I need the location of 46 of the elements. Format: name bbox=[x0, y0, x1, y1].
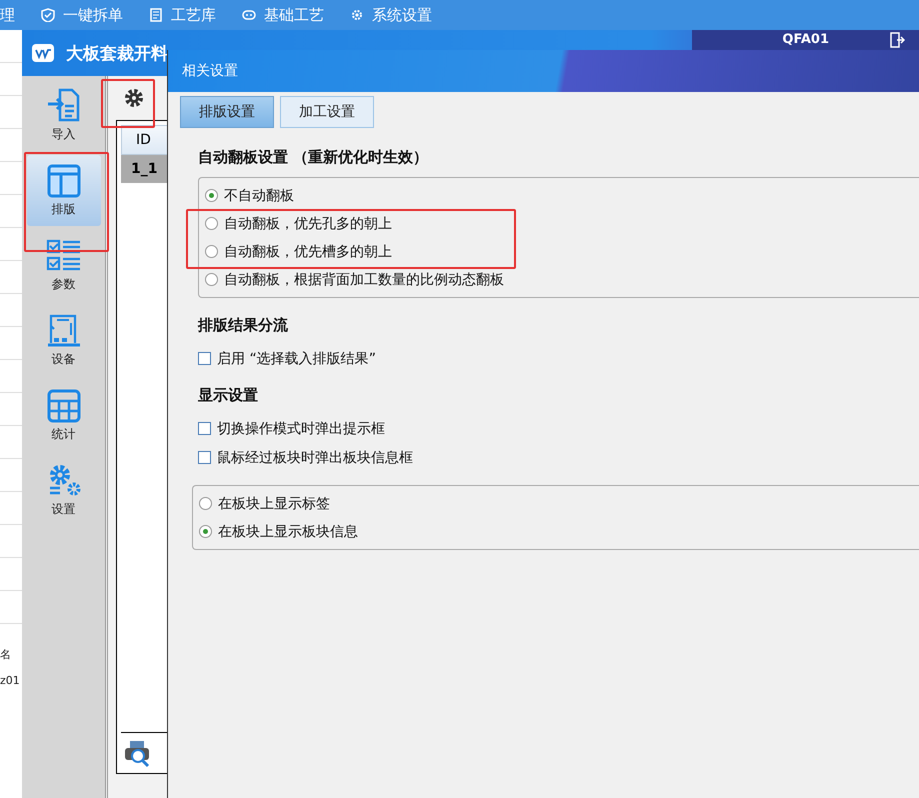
option-label: 不自动翻板 bbox=[224, 186, 294, 204]
option-label: 自动翻板，根据背面加工数量的比例动态翻板 bbox=[224, 270, 504, 288]
option-label: 切换操作模式时弹出提示框 bbox=[217, 420, 385, 438]
radio-button[interactable] bbox=[199, 497, 212, 510]
logo-icon bbox=[32, 44, 54, 62]
radio-button[interactable] bbox=[205, 217, 218, 230]
radio-button[interactable] bbox=[205, 273, 218, 286]
nav-item[interactable]: 设置 bbox=[26, 455, 100, 526]
highlight-box bbox=[101, 79, 155, 128]
radio-button[interactable] bbox=[199, 525, 212, 538]
table-cell[interactable]: 1_1 bbox=[121, 155, 170, 183]
shield-icon bbox=[41, 8, 55, 22]
exit-icon bbox=[889, 32, 905, 48]
layout-icon bbox=[46, 163, 82, 199]
radio-button[interactable] bbox=[205, 189, 218, 202]
table-cell-text: z01 bbox=[0, 673, 21, 689]
gear-icon bbox=[350, 8, 364, 22]
settings-icon bbox=[124, 88, 144, 108]
section-title: 自动翻板设置 （重新优化时生效） bbox=[198, 148, 430, 167]
checkbox[interactable] bbox=[198, 451, 211, 464]
table-icon bbox=[46, 388, 82, 424]
gamepad-icon bbox=[242, 8, 256, 22]
machine-label: QFA01 bbox=[782, 32, 829, 47]
section-title: 显示设置 bbox=[198, 386, 259, 405]
nav-item[interactable]: 导入 bbox=[26, 80, 100, 151]
nav-item[interactable]: 参数 bbox=[26, 230, 100, 301]
nav-item[interactable]: 统计 bbox=[26, 380, 100, 451]
document-arrow-icon bbox=[46, 88, 82, 124]
radio-button[interactable] bbox=[205, 245, 218, 258]
option-label: 自动翻板，优先孔多的朝上 bbox=[224, 214, 392, 232]
dialog-title: 相关设置 bbox=[182, 62, 238, 80]
checkbox[interactable] bbox=[198, 352, 211, 365]
option-label: 在板块上显示板块信息 bbox=[218, 522, 358, 540]
option-label: 启用 “选择载入排版结果” bbox=[217, 350, 376, 368]
option-label: 自动翻板，优先槽多的朝上 bbox=[224, 242, 392, 260]
tab[interactable]: 加工设置 bbox=[280, 96, 374, 128]
nav-item[interactable]: 设备 bbox=[26, 305, 100, 376]
document-icon bbox=[149, 8, 163, 22]
section-title: 排版结果分流 bbox=[198, 316, 289, 335]
option-label: 在板块上显示标签 bbox=[218, 494, 330, 512]
table-cell-text: 名 bbox=[0, 647, 12, 663]
option-label: 鼠标经过板块时弹出板块信息框 bbox=[217, 448, 413, 466]
window-title: 大板套裁开料 bbox=[66, 42, 168, 64]
tab[interactable]: 排版设置 bbox=[180, 96, 274, 128]
nav-item[interactable]: 排版 bbox=[26, 155, 100, 226]
checkbox[interactable] bbox=[198, 422, 211, 435]
